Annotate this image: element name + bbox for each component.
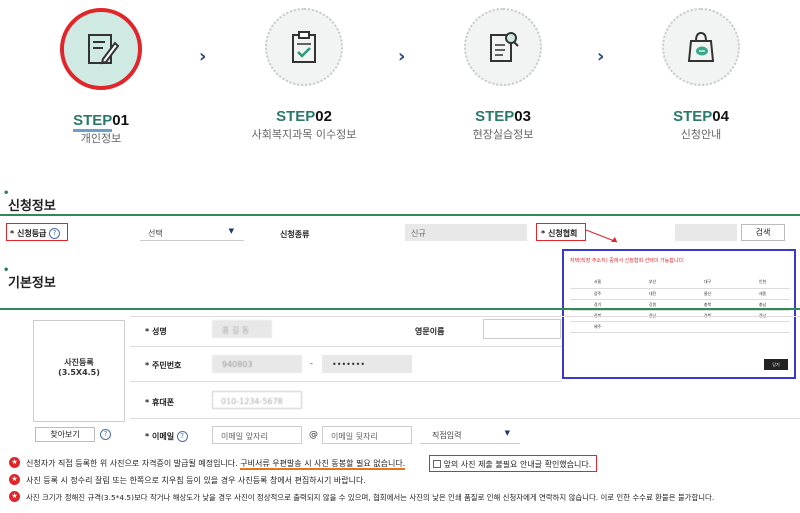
clipboard-check-icon — [292, 31, 316, 63]
confirm-checkbox[interactable] — [433, 460, 441, 468]
step-3: STEP03 현장실습정보 — [448, 8, 558, 142]
region-cell — [735, 321, 790, 333]
row-divider — [130, 418, 800, 419]
step-3-title: STEP03 — [475, 108, 531, 125]
rrn-separator: - — [310, 359, 313, 368]
photo-upload-area[interactable]: 사진등록 (3.5X4.5) — [33, 320, 125, 422]
name-label: * 성명 — [145, 327, 167, 336]
popup-title: 자택(직장 주소지) 중에서 신청협회 선택이 가능합니다. — [570, 258, 685, 264]
type-label: 신청종류 — [280, 230, 310, 239]
edit-document-icon — [88, 34, 120, 65]
section-title-basic: 기본정보 — [3, 265, 56, 291]
phone-field[interactable]: 010-1234-5678 — [212, 391, 302, 409]
row-divider — [130, 381, 562, 382]
browse-button[interactable]: 찾아보기 — [35, 427, 95, 442]
search-button[interactable]: 검색 — [741, 224, 785, 241]
region-cell[interactable]: 대전 — [625, 288, 680, 300]
document-search-icon — [490, 32, 519, 62]
step-1: STEP01 개인정보 — [46, 8, 156, 146]
assoc-value — [675, 224, 737, 241]
region-cell[interactable]: 부산 — [625, 277, 680, 289]
region-cell[interactable]: 제주 — [570, 321, 625, 333]
dropdown-arrow-icon: ▼ — [504, 429, 510, 437]
step-1-label: 개인정보 — [80, 132, 122, 145]
email-back-input[interactable]: 이메일 뒷자리 — [322, 426, 412, 444]
email-domain-select[interactable]: 직접입력 ▼ — [420, 426, 520, 444]
phone-label: * 휴대폰 — [145, 398, 175, 407]
region-cell[interactable]: 인천 — [735, 277, 790, 289]
notice-item: ★ 사진 크기가 정해진 규격(3.5*4.5)보다 작거나 해상도가 낮을 경… — [9, 491, 715, 503]
region-cell — [680, 321, 735, 333]
email-label-row: * 이메일 ? — [145, 431, 188, 442]
table-row: 제주 — [570, 321, 790, 333]
region-cell[interactable]: 서울 — [570, 277, 625, 289]
row-divider — [130, 316, 800, 317]
grade-select-value: 선택 — [148, 229, 163, 238]
region-cell — [625, 321, 680, 333]
step-2-title: STEP02 — [276, 108, 332, 125]
region-cell[interactable]: 세종 — [735, 288, 790, 300]
notice-text: 사진 크기가 정해진 규격(3.5*4.5)보다 작거나 해상도가 낮을 경우 … — [26, 493, 715, 502]
dropdown-arrow-icon: ▼ — [228, 227, 234, 235]
email-label: * 이메일 — [145, 432, 175, 441]
region-cell[interactable]: 대구 — [680, 277, 735, 289]
help-icon[interactable]: ? — [100, 429, 111, 440]
alert-icon: ★ — [9, 491, 20, 502]
email-domain-value: 직접입력 — [432, 431, 462, 440]
confirm-checkbox-label: 앞의 사진 제출 불필요 안내글 확인했습니다. — [443, 460, 592, 469]
step-3-label: 현장실습정보 — [472, 128, 534, 141]
notice-underline: 구비서류 우편발송 시 사진 동봉할 필요 없습니다. — [240, 459, 406, 470]
step-2: STEP02 사회복지과목 이수정보 — [249, 8, 359, 142]
alert-icon: ★ — [9, 474, 20, 485]
step-4-title: STEP04 — [673, 108, 729, 125]
alert-icon: ★ — [9, 457, 20, 468]
rrn-back-field[interactable]: ••••••• — [322, 355, 412, 373]
help-icon[interactable]: ? — [48, 228, 60, 239]
shopping-bag-chat-icon — [687, 31, 715, 62]
step-4: STEP04 신청안내 — [646, 8, 756, 142]
grade-label: * 신청등급 — [10, 229, 47, 238]
eng-name-label: 영문이름 — [415, 327, 445, 336]
association-popup: 자택(직장 주소지) 중에서 신청협회 선택이 가능합니다. 서울 부산 대구 … — [562, 249, 796, 379]
notice-item: ★ 신청자가 직접 등록한 위 사진으로 자격증이 발급될 예정입니다. 구비서… — [9, 457, 714, 470]
row-divider — [130, 346, 562, 347]
step-2-circle — [265, 8, 343, 86]
email-at-sign: @ — [309, 430, 318, 440]
notice-text: 사진 등록 시 정수리 잘림 또는 한쪽으로 치우침 등이 있을 경우 사진등록… — [26, 476, 366, 485]
step-3-circle — [464, 8, 542, 86]
step-1-title: STEP01 — [46, 112, 156, 132]
region-table: 서울 부산 대구 인천 광주 대전 울산 세종 경기 강원 충북 충남 전북 전… — [570, 277, 790, 333]
region-cell[interactable]: 울산 — [680, 288, 735, 300]
notice-list: ★ 신청자가 직접 등록한 위 사진으로 자격증이 발급될 예정입니다. 구비서… — [9, 457, 715, 509]
rrn-front-field[interactable]: 940803 — [212, 355, 302, 373]
region-cell[interactable]: 광주 — [570, 288, 625, 300]
name-field[interactable]: 홍 길 동 — [212, 320, 272, 338]
step-progress: STEP01 개인정보 › STEP02 사회복지과목 이수정보 › STEP0… — [0, 0, 800, 160]
email-front-input[interactable]: 이메일 앞자리 — [212, 426, 302, 444]
eng-name-field[interactable] — [483, 319, 561, 339]
assoc-label: * 신청협회 — [541, 229, 578, 238]
grade-select[interactable]: 선택 ▼ — [140, 224, 244, 241]
confirm-checkbox-row[interactable]: 앞의 사진 제출 불필요 안내글 확인했습니다. — [433, 459, 591, 470]
notice-text: 신청자가 직접 등록한 위 사진으로 자격증이 발급될 예정입니다. — [26, 459, 241, 468]
step-4-label: 신청안내 — [680, 128, 722, 141]
step-1-circle — [60, 8, 142, 90]
step-2-label: 사회복지과목 이수정보 — [251, 128, 357, 141]
section-divider — [0, 308, 800, 310]
section-divider — [0, 214, 800, 216]
notice-item: ★ 사진 등록 시 정수리 잘림 또는 한쪽으로 치우침 등이 있을 경우 사진… — [9, 474, 714, 486]
chevron-right-icon: › — [199, 46, 207, 67]
type-value: 신규 — [405, 224, 527, 241]
grade-label-row: * 신청등급 ? — [10, 228, 60, 239]
table-row: 서울 부산 대구 인천 — [570, 277, 790, 289]
table-row: 광주 대전 울산 세종 — [570, 288, 790, 300]
arrow-annotation-icon — [585, 229, 618, 243]
step-4-circle — [662, 8, 740, 86]
chevron-right-icon: › — [398, 46, 406, 67]
popup-close-button[interactable]: 닫기 — [764, 359, 788, 370]
rrn-label: * 주민번호 — [145, 361, 182, 370]
section-title-application: 신청정보 — [3, 188, 56, 214]
chevron-right-icon: › — [597, 46, 605, 67]
help-icon[interactable]: ? — [176, 431, 188, 442]
